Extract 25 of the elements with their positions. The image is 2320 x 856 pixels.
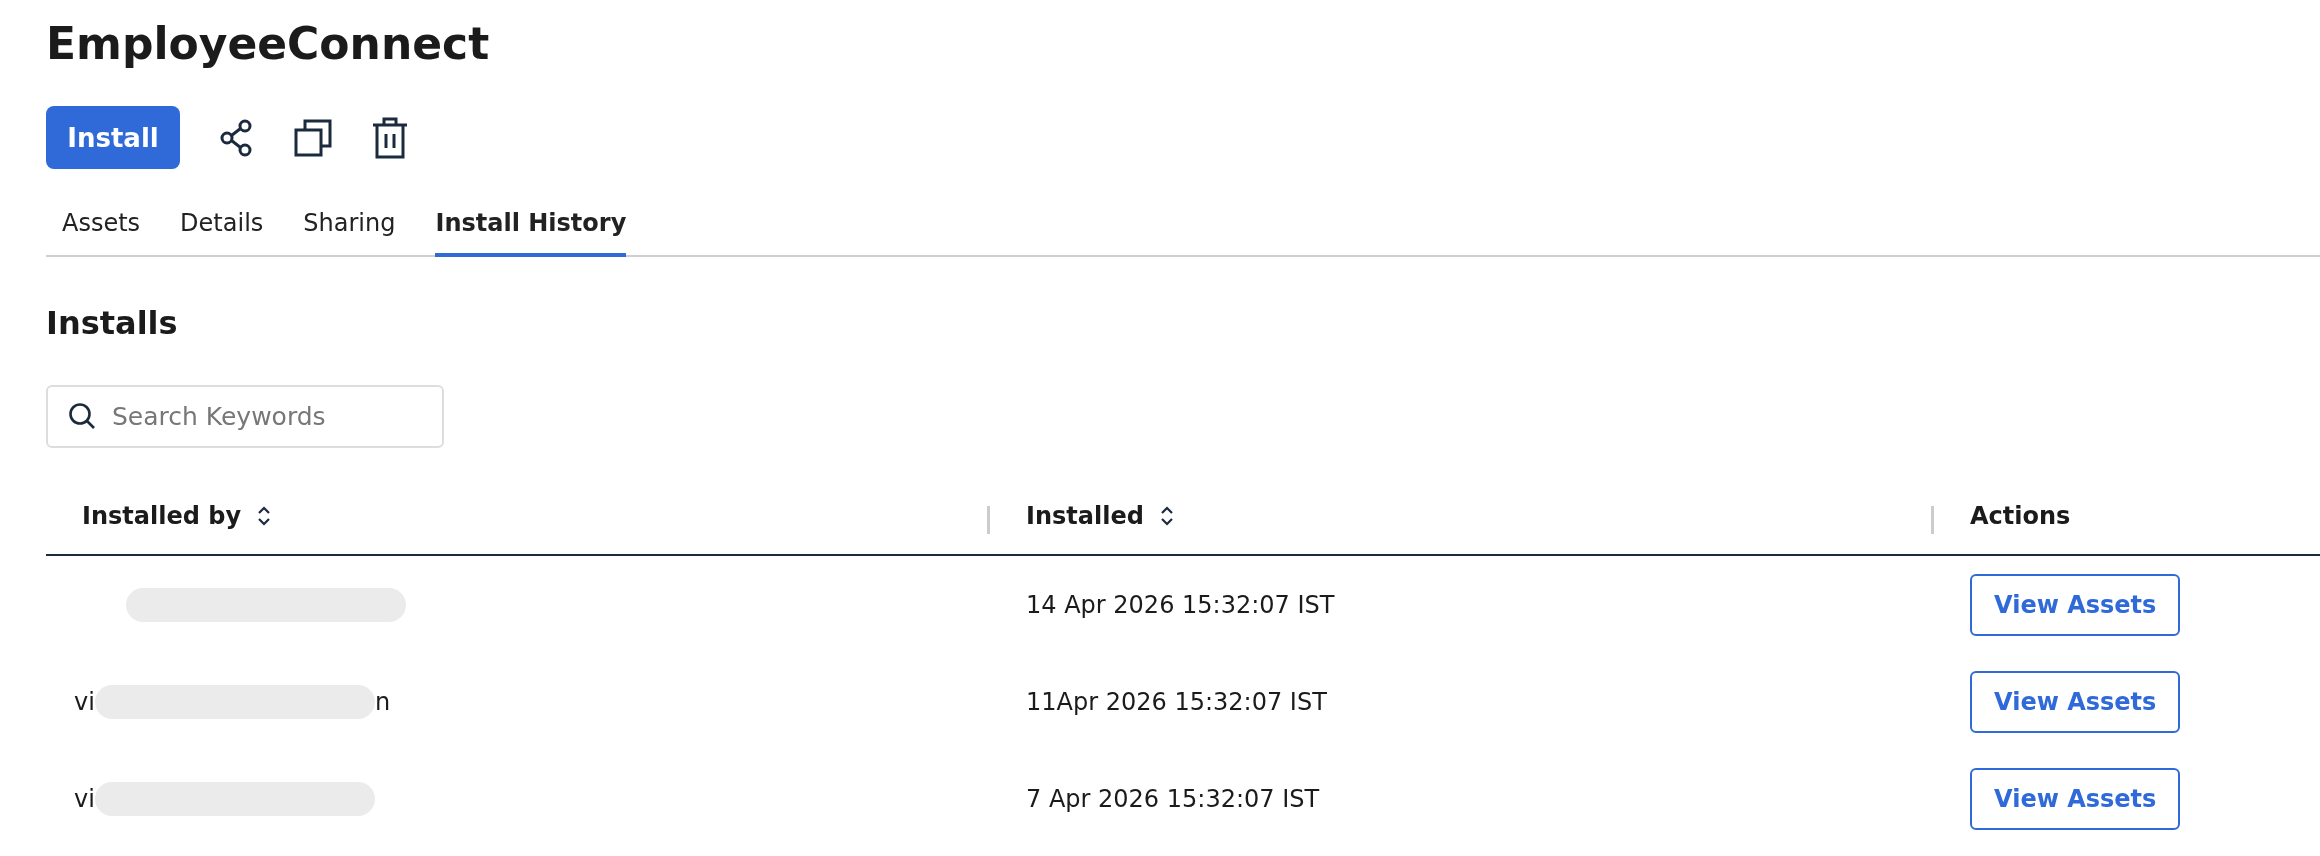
sort-icon[interactable] <box>1159 505 1174 527</box>
tab[interactable]: Assets <box>62 197 141 257</box>
tab[interactable]: Install History <box>435 197 627 257</box>
view-assets-button[interactable]: View Assets <box>1970 573 2181 636</box>
install-date: 11Apr 2026 15:32:07 IST <box>1026 687 1327 716</box>
column-header: Installed by <box>82 502 242 530</box>
install-date: 14 Apr 2026 15:32:07 IST <box>1026 590 1335 619</box>
section-title: Installs <box>46 303 179 344</box>
install-button[interactable]: Install <box>46 106 180 169</box>
view-assets-button[interactable]: View Assets <box>1970 767 2181 830</box>
column-header: Installed <box>1026 502 1144 530</box>
view-assets-button[interactable]: View Assets <box>1970 670 2181 733</box>
copy-icon[interactable] <box>294 118 332 157</box>
sort-icon[interactable] <box>257 505 272 527</box>
search-field[interactable]: Search Keywords <box>46 385 444 448</box>
column-header: Actions <box>1970 502 2071 530</box>
user-email-fragment: n <box>374 687 391 716</box>
share-icon[interactable] <box>220 118 254 157</box>
tab[interactable]: Details <box>180 197 264 257</box>
user-email-fragment: vi <box>74 784 95 813</box>
page-title: EmployeeConnect <box>46 17 491 71</box>
tab[interactable]: Sharing <box>303 197 396 257</box>
install-date: 7 Apr 2026 15:32:07 IST <box>1026 784 1320 813</box>
user-email-fragment: vi <box>74 687 95 716</box>
trash-icon[interactable] <box>372 116 408 159</box>
